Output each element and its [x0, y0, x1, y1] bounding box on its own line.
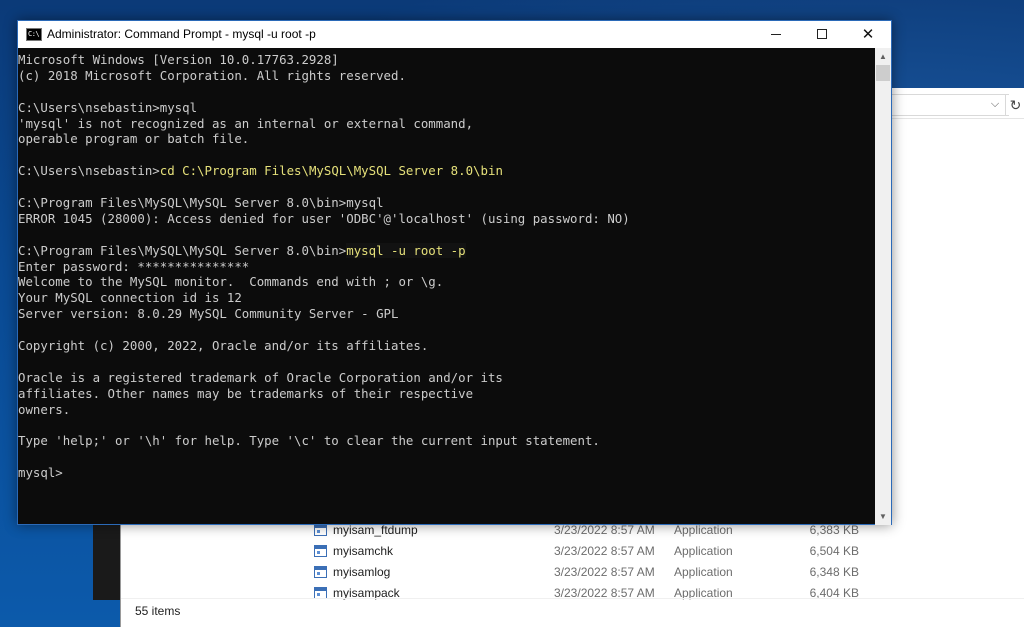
console-text: Welcome to the MySQL monitor. Commands e… [18, 274, 444, 290]
minimize-icon [771, 34, 781, 35]
application-icon [314, 566, 327, 578]
console-text: C:\Users\nsebastin> [18, 163, 160, 179]
file-type: Application [674, 565, 733, 579]
console-line: C:\Program Files\MySQL\MySQL Server 8.0\… [18, 195, 875, 211]
console-line: C:\Users\nsebastin>mysql [18, 100, 875, 116]
vertical-scrollbar[interactable]: ▲ ▼ [875, 48, 891, 525]
cmd-icon-label: C:\ [28, 30, 40, 38]
maximize-button[interactable] [799, 21, 845, 48]
console-line: mysql> [18, 465, 875, 481]
console-text: C:\Program Files\MySQL\MySQL Server 8.0\… [18, 195, 384, 211]
console-line: Enter password: *************** [18, 259, 875, 275]
console-line: Welcome to the MySQL monitor. Commands e… [18, 274, 875, 290]
console-line: affiliates. Other names may be trademark… [18, 386, 875, 402]
typed-command: mysql -u root -p [346, 242, 466, 258]
file-row[interactable]: myisamchk 3/23/2022 8:57 AM Application … [121, 541, 1024, 562]
console-line: 'mysql' is not recognized as an internal… [18, 116, 875, 132]
close-button[interactable]: ✕ [845, 21, 891, 48]
file-size: 6,504 KB [809, 544, 859, 558]
console-output[interactable]: Microsoft Windows [Version 10.0.17763.29… [18, 48, 875, 525]
file-type: Application [674, 544, 733, 558]
close-icon: ✕ [861, 25, 875, 43]
console-line: Copyright (c) 2000, 2022, Oracle and/or … [18, 338, 875, 354]
chevron-down-icon[interactable]: ⌵ [987, 96, 1003, 112]
console-line: Server version: 8.0.29 MySQL Community S… [18, 306, 875, 322]
status-item-count: 55 items [135, 604, 181, 618]
toolbar-divider [891, 118, 1024, 119]
console-text: owners. [18, 401, 71, 417]
console-text: Type 'help;' or '\h' for help. Type '\c'… [18, 433, 600, 449]
file-size: 6,348 KB [809, 565, 859, 579]
console-text: Your MySQL connection id is 12 [18, 290, 242, 306]
command-prompt-window: C:\ Administrator: Command Prompt - mysq… [17, 20, 892, 525]
console-text: affiliates. Other names may be trademark… [18, 385, 474, 401]
file-name: myisamchk [333, 544, 394, 558]
window-title: Administrator: Command Prompt - mysql -u… [47, 27, 316, 41]
scroll-thumb[interactable] [876, 65, 890, 81]
console-line: Your MySQL connection id is 12 [18, 290, 875, 306]
console-text: operable program or batch file. [18, 131, 250, 147]
application-icon [314, 524, 327, 536]
console-line: Type 'help;' or '\h' for help. Type '\c'… [18, 433, 875, 449]
console-line: C:\Program Files\MySQL\MySQL Server 8.0\… [18, 242, 875, 259]
command-prompt-icon[interactable]: C:\ [26, 28, 42, 41]
scroll-down-icon[interactable]: ▼ [875, 508, 891, 525]
console-text: (c) 2018 Microsoft Corporation. All righ… [18, 67, 406, 83]
minimize-button[interactable] [753, 21, 799, 48]
console-text: Oracle is a registered trademark of Orac… [18, 369, 503, 385]
console-line: C:\Users\nsebastin>cd C:\Program Files\M… [18, 163, 875, 179]
file-name: myisamlog [333, 565, 391, 579]
application-icon [314, 545, 327, 557]
console-text: Microsoft Windows [Version 10.0.17763.29… [18, 52, 339, 67]
console-text: C:\Program Files\MySQL\MySQL Server 8.0\… [18, 242, 347, 258]
file-date: 3/23/2022 8:57 AM [554, 565, 655, 579]
console-text: Server version: 8.0.29 MySQL Community S… [18, 306, 399, 322]
console-text: Enter password: *************** [18, 258, 250, 274]
console-text: mysql> [18, 465, 63, 481]
background-window [93, 520, 123, 600]
status-divider [121, 598, 1024, 599]
console-line: Oracle is a registered trademark of Orac… [18, 370, 875, 386]
console-line: owners. [18, 402, 875, 418]
maximize-icon [817, 29, 827, 39]
console-line: operable program or batch file. [18, 131, 875, 147]
title-bar[interactable]: C:\ Administrator: Command Prompt - mysq… [18, 21, 891, 48]
refresh-icon[interactable]: ↻ [1005, 94, 1024, 116]
file-date: 3/23/2022 8:57 AM [554, 544, 655, 558]
console-line: Microsoft Windows [Version 10.0.17763.29… [18, 52, 875, 68]
console-line: ERROR 1045 (28000): Access denied for us… [18, 211, 875, 227]
typed-command: cd C:\Program Files\MySQL\MySQL Server 8… [159, 163, 503, 179]
console-text: C:\Users\nsebastin>mysql [18, 99, 198, 115]
file-row[interactable]: myisamlog 3/23/2022 8:57 AM Application … [121, 562, 1024, 583]
console-text: 'mysql' is not recognized as an internal… [18, 115, 474, 131]
console-text: ERROR 1045 (28000): Access denied for us… [18, 210, 630, 226]
scroll-up-icon[interactable]: ▲ [875, 48, 891, 65]
console-line: (c) 2018 Microsoft Corporation. All righ… [18, 68, 875, 84]
console-text: Copyright (c) 2000, 2022, Oracle and/or … [18, 338, 429, 354]
